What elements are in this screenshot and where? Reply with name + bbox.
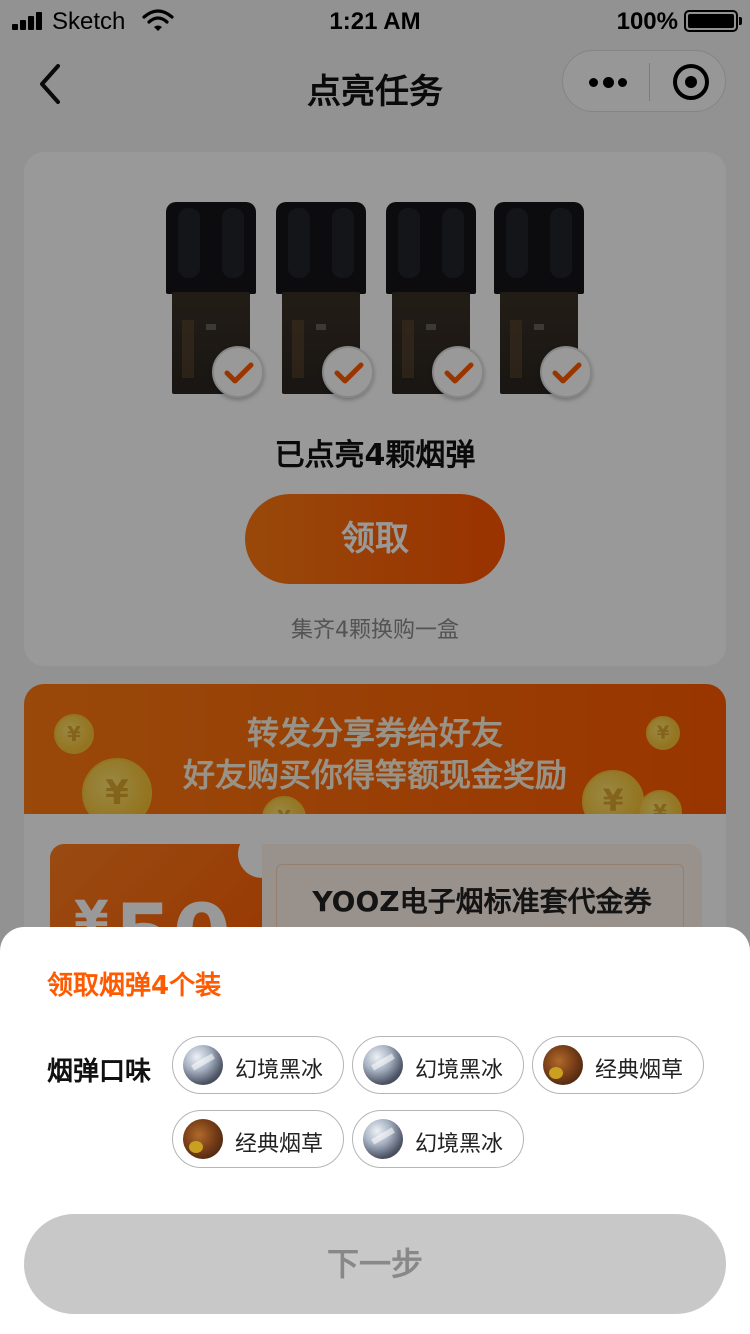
- flavor-chip-label: 经典烟草: [235, 1132, 324, 1157]
- flavor-label: 烟弹口味: [47, 1057, 152, 1087]
- ice-flavor-thumbnail: [363, 1045, 403, 1085]
- sheet-title: 领取烟弹4个装: [47, 971, 222, 1001]
- next-step-button[interactable]: 下一步: [24, 1214, 726, 1314]
- flavor-bottom-sheet: 领取烟弹4个装 烟弹口味 幻境黑冰 幻境黑冰 经典烟草 经典烟草 幻境黑冰 下一…: [0, 927, 750, 1334]
- flavor-chip-label: 经典烟草: [595, 1058, 684, 1083]
- flavor-chip[interactable]: 幻境黑冰: [352, 1110, 524, 1168]
- tobacco-flavor-thumbnail: [183, 1119, 223, 1159]
- ice-flavor-thumbnail: [183, 1045, 223, 1085]
- flavor-chip[interactable]: 经典烟草: [172, 1110, 344, 1168]
- flavor-chip-label: 幻境黑冰: [235, 1058, 324, 1083]
- flavor-chip-label: 幻境黑冰: [415, 1058, 504, 1083]
- flavor-chip[interactable]: 幻境黑冰: [352, 1036, 524, 1094]
- flavor-chip[interactable]: 经典烟草: [532, 1036, 704, 1094]
- flavor-chip[interactable]: 幻境黑冰: [172, 1036, 344, 1094]
- tobacco-flavor-thumbnail: [543, 1045, 583, 1085]
- flavor-chip-label: 幻境黑冰: [415, 1132, 504, 1157]
- ice-flavor-thumbnail: [363, 1119, 403, 1159]
